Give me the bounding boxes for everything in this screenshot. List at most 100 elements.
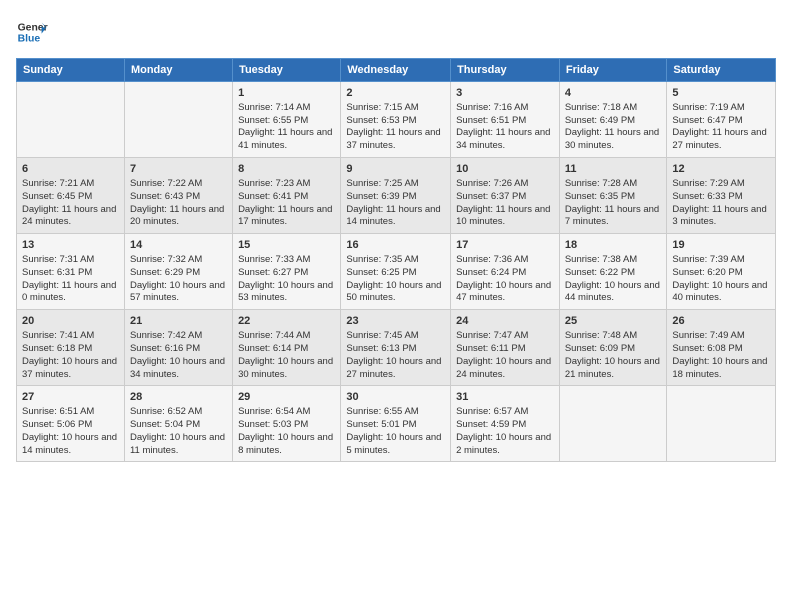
cell-content: Sunset: 6:33 PM	[672, 191, 770, 204]
cell-content: Sunrise: 7:41 AM	[22, 330, 119, 343]
day-number: 3	[456, 86, 554, 101]
cell-content: Sunset: 6:24 PM	[456, 267, 554, 280]
cell-content: Daylight: 10 hours and 37 minutes.	[22, 356, 119, 382]
cell-content: Sunset: 6:18 PM	[22, 343, 119, 356]
cell-content: Sunrise: 7:22 AM	[130, 178, 227, 191]
header: General Blue	[16, 16, 776, 48]
cell-content: Sunrise: 7:31 AM	[22, 254, 119, 267]
day-number: 16	[346, 238, 445, 253]
cell-content: Sunset: 6:22 PM	[565, 267, 662, 280]
cell-content: Daylight: 11 hours and 0 minutes.	[22, 280, 119, 306]
cell-content: Sunrise: 6:55 AM	[346, 406, 445, 419]
cell-content: Sunset: 5:01 PM	[346, 419, 445, 432]
cell-content: Daylight: 10 hours and 53 minutes.	[238, 280, 335, 306]
cell-content: Daylight: 10 hours and 40 minutes.	[672, 280, 770, 306]
cell-content: Daylight: 10 hours and 8 minutes.	[238, 432, 335, 458]
cell-content: Sunset: 6:25 PM	[346, 267, 445, 280]
day-number: 1	[238, 86, 335, 101]
header-row: SundayMondayTuesdayWednesdayThursdayFrid…	[17, 59, 776, 82]
cell-content: Sunrise: 7:35 AM	[346, 254, 445, 267]
calendar-cell	[124, 82, 232, 158]
calendar-cell: 12Sunrise: 7:29 AMSunset: 6:33 PMDayligh…	[667, 158, 776, 234]
cell-content: Daylight: 10 hours and 11 minutes.	[130, 432, 227, 458]
cell-content: Sunrise: 7:21 AM	[22, 178, 119, 191]
cell-content: Sunrise: 7:16 AM	[456, 102, 554, 115]
day-number: 15	[238, 238, 335, 253]
calendar-cell: 7Sunrise: 7:22 AMSunset: 6:43 PMDaylight…	[124, 158, 232, 234]
cell-content: Sunset: 6:51 PM	[456, 115, 554, 128]
cell-content: Daylight: 10 hours and 34 minutes.	[130, 356, 227, 382]
cell-content: Sunset: 6:14 PM	[238, 343, 335, 356]
calendar-cell: 27Sunrise: 6:51 AMSunset: 5:06 PMDayligh…	[17, 386, 125, 462]
cell-content: Sunrise: 7:19 AM	[672, 102, 770, 115]
cell-content: Sunrise: 7:25 AM	[346, 178, 445, 191]
cell-content: Daylight: 11 hours and 30 minutes.	[565, 127, 662, 153]
cell-content: Sunset: 6:53 PM	[346, 115, 445, 128]
calendar-cell: 9Sunrise: 7:25 AMSunset: 6:39 PMDaylight…	[341, 158, 451, 234]
cell-content: Sunrise: 7:48 AM	[565, 330, 662, 343]
cell-content: Daylight: 10 hours and 57 minutes.	[130, 280, 227, 306]
week-row-1: 1Sunrise: 7:14 AMSunset: 6:55 PMDaylight…	[17, 82, 776, 158]
day-number: 17	[456, 238, 554, 253]
cell-content: Daylight: 10 hours and 21 minutes.	[565, 356, 662, 382]
cell-content: Sunset: 5:04 PM	[130, 419, 227, 432]
calendar-cell: 29Sunrise: 6:54 AMSunset: 5:03 PMDayligh…	[233, 386, 341, 462]
cell-content: Sunset: 6:47 PM	[672, 115, 770, 128]
cell-content: Sunrise: 7:29 AM	[672, 178, 770, 191]
day-number: 21	[130, 314, 227, 329]
day-header-sunday: Sunday	[17, 59, 125, 82]
calendar-cell: 16Sunrise: 7:35 AMSunset: 6:25 PMDayligh…	[341, 234, 451, 310]
calendar-cell: 19Sunrise: 7:39 AMSunset: 6:20 PMDayligh…	[667, 234, 776, 310]
cell-content: Daylight: 10 hours and 24 minutes.	[456, 356, 554, 382]
cell-content: Daylight: 11 hours and 14 minutes.	[346, 204, 445, 230]
cell-content: Daylight: 10 hours and 27 minutes.	[346, 356, 445, 382]
calendar-cell: 6Sunrise: 7:21 AMSunset: 6:45 PMDaylight…	[17, 158, 125, 234]
day-number: 29	[238, 390, 335, 405]
cell-content: Sunrise: 7:18 AM	[565, 102, 662, 115]
cell-content: Sunrise: 6:52 AM	[130, 406, 227, 419]
calendar-cell: 3Sunrise: 7:16 AMSunset: 6:51 PMDaylight…	[451, 82, 560, 158]
cell-content: Daylight: 10 hours and 47 minutes.	[456, 280, 554, 306]
calendar-table: SundayMondayTuesdayWednesdayThursdayFrid…	[16, 58, 776, 462]
day-number: 7	[130, 162, 227, 177]
calendar-cell: 28Sunrise: 6:52 AMSunset: 5:04 PMDayligh…	[124, 386, 232, 462]
day-number: 4	[565, 86, 662, 101]
day-number: 5	[672, 86, 770, 101]
calendar-cell: 4Sunrise: 7:18 AMSunset: 6:49 PMDaylight…	[559, 82, 667, 158]
cell-content: Sunset: 6:09 PM	[565, 343, 662, 356]
calendar-cell: 11Sunrise: 7:28 AMSunset: 6:35 PMDayligh…	[559, 158, 667, 234]
cell-content: Sunrise: 7:14 AM	[238, 102, 335, 115]
cell-content: Sunrise: 7:47 AM	[456, 330, 554, 343]
cell-content: Sunset: 6:43 PM	[130, 191, 227, 204]
logo-icon: General Blue	[16, 16, 48, 48]
cell-content: Daylight: 10 hours and 18 minutes.	[672, 356, 770, 382]
day-number: 20	[22, 314, 119, 329]
cell-content: Sunrise: 6:54 AM	[238, 406, 335, 419]
cell-content: Sunrise: 7:42 AM	[130, 330, 227, 343]
calendar-cell	[17, 82, 125, 158]
day-number: 10	[456, 162, 554, 177]
cell-content: Daylight: 11 hours and 34 minutes.	[456, 127, 554, 153]
day-number: 13	[22, 238, 119, 253]
calendar-cell: 13Sunrise: 7:31 AMSunset: 6:31 PMDayligh…	[17, 234, 125, 310]
day-number: 18	[565, 238, 662, 253]
day-number: 26	[672, 314, 770, 329]
calendar-cell: 8Sunrise: 7:23 AMSunset: 6:41 PMDaylight…	[233, 158, 341, 234]
week-row-4: 20Sunrise: 7:41 AMSunset: 6:18 PMDayligh…	[17, 310, 776, 386]
cell-content: Sunrise: 7:36 AM	[456, 254, 554, 267]
day-header-monday: Monday	[124, 59, 232, 82]
cell-content: Sunrise: 7:32 AM	[130, 254, 227, 267]
calendar-cell: 18Sunrise: 7:38 AMSunset: 6:22 PMDayligh…	[559, 234, 667, 310]
calendar-cell: 22Sunrise: 7:44 AMSunset: 6:14 PMDayligh…	[233, 310, 341, 386]
cell-content: Daylight: 10 hours and 50 minutes.	[346, 280, 445, 306]
cell-content: Sunset: 6:11 PM	[456, 343, 554, 356]
cell-content: Sunset: 4:59 PM	[456, 419, 554, 432]
day-header-friday: Friday	[559, 59, 667, 82]
cell-content: Daylight: 10 hours and 30 minutes.	[238, 356, 335, 382]
cell-content: Sunset: 6:16 PM	[130, 343, 227, 356]
calendar-cell: 2Sunrise: 7:15 AMSunset: 6:53 PMDaylight…	[341, 82, 451, 158]
calendar-cell	[559, 386, 667, 462]
day-number: 11	[565, 162, 662, 177]
day-number: 9	[346, 162, 445, 177]
day-number: 23	[346, 314, 445, 329]
